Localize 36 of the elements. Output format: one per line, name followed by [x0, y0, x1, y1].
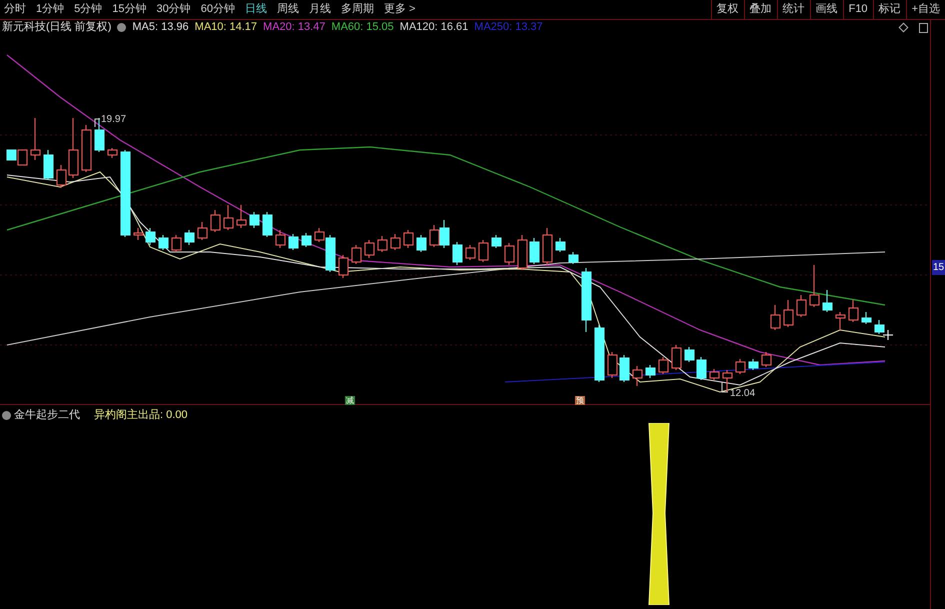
period-tab[interactable]: 5分钟: [74, 1, 102, 18]
indicator-value: 异杓阁主出品: 0.00: [94, 408, 188, 423]
ma-legend-item: MA5: 13.96: [132, 20, 189, 36]
toolbar-button[interactable]: 统计: [776, 0, 810, 19]
indicator-title: 金牛起步二代: [14, 408, 80, 423]
price-label: 12.04: [730, 387, 756, 401]
ma-legend-item: MA120: 16.61: [400, 20, 468, 36]
panel-icon[interactable]: [919, 22, 928, 32]
ma-legend-item: MA60: 15.05: [331, 20, 394, 36]
leader-line: [722, 382, 728, 392]
period-tab[interactable]: 30分钟: [156, 1, 191, 18]
period-tab[interactable]: 多周期: [341, 1, 374, 18]
period-tab[interactable]: 分时: [4, 1, 26, 18]
ma-legend-item: MA20: 13.47: [263, 20, 326, 36]
period-tab[interactable]: 更多 >: [384, 1, 416, 18]
leader-line: [94, 118, 100, 128]
chart-title: 新元科技(日线 前复权): [2, 20, 112, 36]
period-tab[interactable]: 60分钟: [200, 1, 235, 18]
period-tab[interactable]: 月线: [309, 1, 331, 18]
ma-legend-item: MA250: 13.37: [474, 20, 543, 36]
toolbar-button[interactable]: +自选: [906, 0, 945, 19]
period-tab[interactable]: 1分钟: [36, 1, 64, 18]
price-label: 19.97: [101, 113, 126, 127]
period-tab[interactable]: 周线: [277, 1, 299, 18]
signal-marker: 减: [345, 396, 355, 405]
crosshair-icon: [882, 330, 894, 340]
period-tab[interactable]: 日线: [245, 1, 267, 18]
signal-marker: 预: [575, 396, 585, 405]
price-axis-label: 15: [932, 260, 945, 275]
toolbar-button[interactable]: 叠加: [744, 0, 777, 19]
toolbar-button[interactable]: 标记: [872, 0, 906, 19]
period-tab[interactable]: 15分钟: [112, 1, 146, 18]
ma-legend-item: MA10: 14.17: [194, 20, 258, 36]
toolbar-button[interactable]: 画线: [810, 0, 843, 19]
toolbar-button[interactable]: 复权: [710, 0, 744, 19]
toolbar-button[interactable]: F10: [842, 0, 873, 19]
